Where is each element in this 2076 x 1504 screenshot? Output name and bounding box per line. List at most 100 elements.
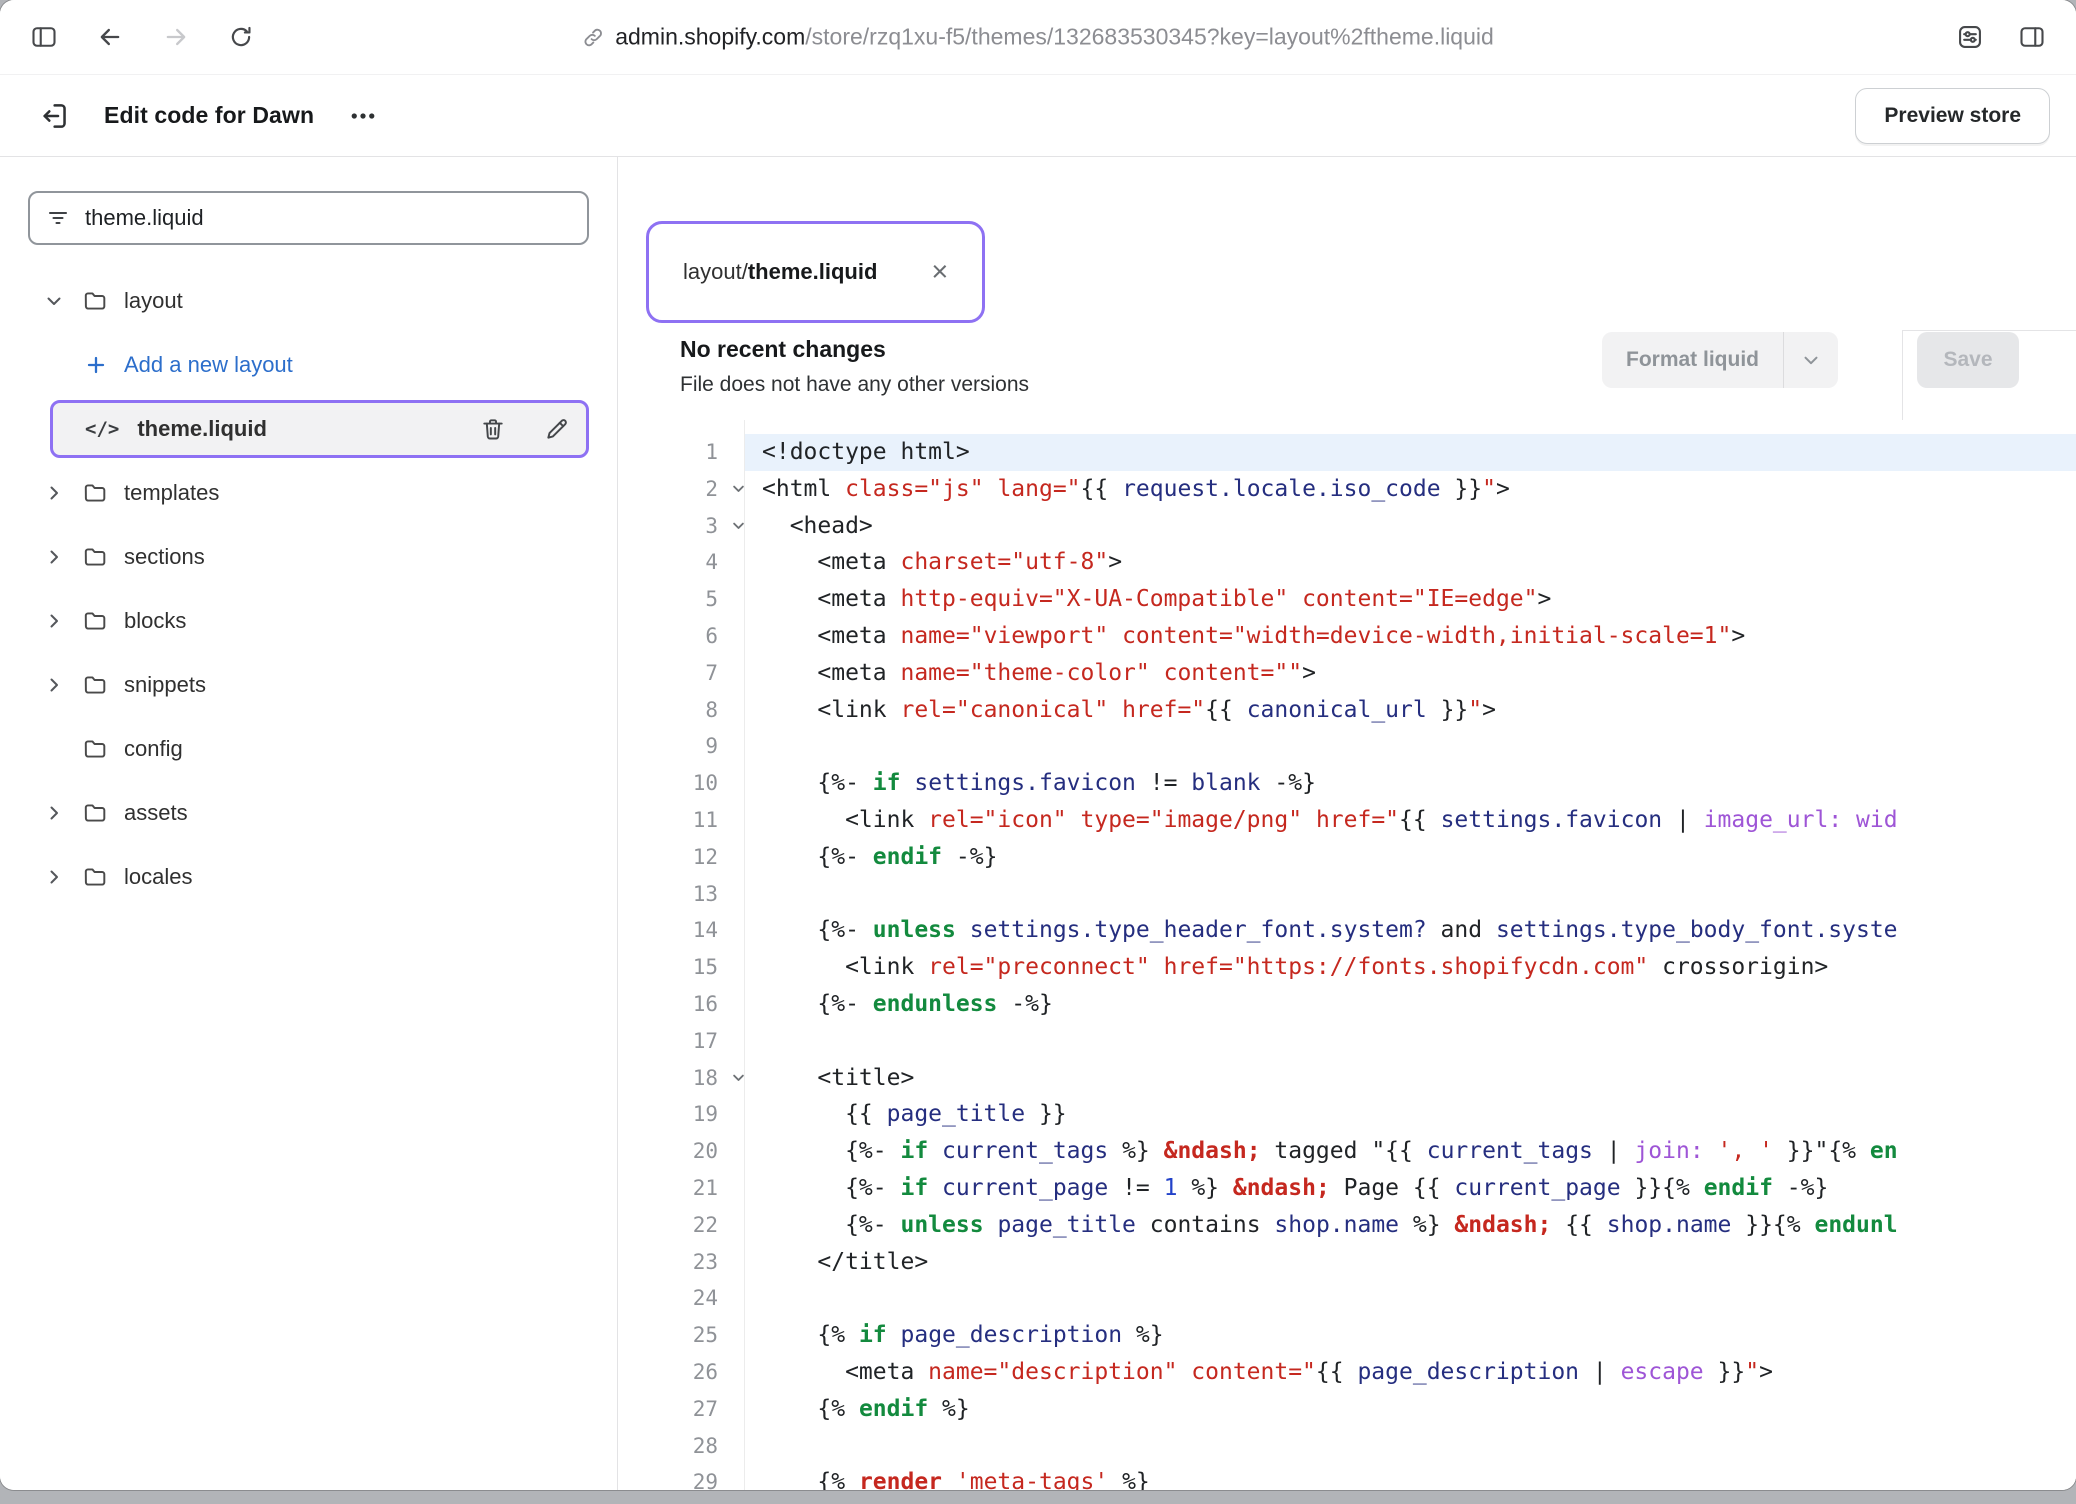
preview-store-button[interactable]: Preview store (1855, 88, 2050, 144)
fold-toggle-icon[interactable] (731, 1070, 746, 1085)
code-line-24[interactable]: 24 (618, 1280, 2076, 1317)
sidebar-right-toggle-icon[interactable] (2018, 23, 2046, 51)
file-search-input[interactable] (85, 205, 571, 231)
code-editor[interactable]: 1<!doctype html>2<html class="js" lang="… (618, 420, 2076, 1490)
save-panel: Save (1902, 330, 2076, 420)
tab-theme-liquid[interactable]: layout/theme.liquid × (655, 230, 976, 314)
tab-label-name: theme.liquid (748, 259, 878, 285)
browser-nav-buttons (30, 23, 254, 51)
code-text: {{ page_title }} (744, 1096, 2076, 1133)
tree-item-theme-liquid[interactable]: </>theme.liquid (50, 400, 589, 458)
line-number: 26 (618, 1354, 744, 1391)
tree-item-blocks[interactable]: blocks (28, 589, 589, 653)
folder-icon (82, 544, 108, 570)
tree-item-layout[interactable]: layout (28, 269, 589, 333)
code-text: {% endif %} (744, 1391, 2076, 1428)
code-line-18[interactable]: 18 <title> (618, 1060, 2076, 1097)
chevron-right-icon[interactable] (42, 609, 66, 633)
code-line-20[interactable]: 20 {%- if current_tags %} &ndash; tagged… (618, 1133, 2076, 1170)
code-line-2[interactable]: 2<html class="js" lang="{{ request.local… (618, 471, 2076, 508)
chevron-right-icon[interactable] (42, 673, 66, 697)
tree-item-config[interactable]: config (28, 717, 589, 781)
chevron-right-icon[interactable] (42, 865, 66, 889)
chevron-right-icon[interactable] (42, 801, 66, 825)
tree-item-assets[interactable]: assets (28, 781, 589, 845)
save-button[interactable]: Save (1917, 332, 2019, 388)
code-text: {%- if settings.favicon != blank -%} (744, 765, 2076, 802)
code-line-8[interactable]: 8 <link rel="canonical" href="{{ canonic… (618, 692, 2076, 729)
code-text: <title> (744, 1060, 2076, 1097)
line-number: 3 (618, 508, 744, 545)
chevron-down-icon[interactable] (42, 289, 66, 313)
code-text: {%- endif -%} (744, 839, 2076, 876)
fold-toggle-icon[interactable] (731, 481, 746, 496)
chevron-right-icon[interactable] (42, 545, 66, 569)
code-line-16[interactable]: 16 {%- endunless -%} (618, 986, 2076, 1023)
code-line-5[interactable]: 5 <meta http-equiv="X-UA-Compatible" con… (618, 581, 2076, 618)
line-number: 15 (618, 949, 744, 986)
tree-item-sections[interactable]: sections (28, 525, 589, 589)
exit-code-editor-icon[interactable] (40, 100, 72, 132)
line-number: 9 (618, 728, 744, 765)
code-text: {% render 'meta-tags' %} (744, 1464, 2076, 1490)
code-line-6[interactable]: 6 <meta name="viewport" content="width=d… (618, 618, 2076, 655)
code-line-14[interactable]: 14 {%- unless settings.type_header_font.… (618, 912, 2076, 949)
plus-icon (84, 353, 108, 377)
editor-toolbar: No recent changes File does not have any… (618, 330, 2076, 420)
address-bar[interactable]: admin.shopify.com/store/rzq1xu-f5/themes… (582, 24, 1494, 51)
code-line-13[interactable]: 13 (618, 876, 2076, 913)
code-text: <meta http-equiv="X-UA-Compatible" conte… (744, 581, 2076, 618)
line-number: 21 (618, 1170, 744, 1207)
folder-icon (82, 608, 108, 634)
app-header: Edit code for Dawn Preview store (0, 75, 2076, 157)
tree-item-label: templates (124, 480, 219, 506)
code-line-22[interactable]: 22 {%- unless page_title contains shop.n… (618, 1207, 2076, 1244)
line-number: 17 (618, 1023, 744, 1060)
line-number: 24 (618, 1280, 744, 1317)
code-text: <html class="js" lang="{{ request.locale… (744, 471, 2076, 508)
code-line-19[interactable]: 19 {{ page_title }} (618, 1096, 2076, 1133)
code-line-10[interactable]: 10 {%- if settings.favicon != blank -%} (618, 765, 2076, 802)
url-host: admin.shopify.com (615, 24, 805, 50)
code-line-21[interactable]: 21 {%- if current_page != 1 %} &ndash; P… (618, 1170, 2076, 1207)
chevron-down-icon[interactable] (1784, 349, 1838, 371)
tree-item-snippets[interactable]: snippets (28, 653, 589, 717)
code-line-9[interactable]: 9 (618, 728, 2076, 765)
reload-icon[interactable] (228, 24, 254, 50)
format-liquid-button[interactable]: Format liquid (1602, 332, 1838, 388)
rename-file-icon[interactable] (544, 416, 570, 442)
file-name-label: theme.liquid (137, 416, 267, 442)
tab-close-icon[interactable]: × (931, 258, 948, 287)
line-number: 18 (618, 1060, 744, 1097)
code-line-27[interactable]: 27 {% endif %} (618, 1391, 2076, 1428)
code-line-12[interactable]: 12 {%- endif -%} (618, 839, 2076, 876)
line-number: 25 (618, 1317, 744, 1354)
delete-file-icon[interactable] (480, 416, 506, 442)
line-number: 13 (618, 876, 744, 913)
code-line-3[interactable]: 3 <head> (618, 508, 2076, 545)
code-line-25[interactable]: 25 {% if page_description %} (618, 1317, 2076, 1354)
page-settings-icon[interactable] (1956, 23, 1984, 51)
code-line-15[interactable]: 15 <link rel="preconnect" href="https://… (618, 949, 2076, 986)
add-new-layout-button[interactable]: Add a new layout (28, 333, 589, 397)
chevron-right-icon[interactable] (42, 481, 66, 505)
more-actions-icon[interactable] (348, 101, 378, 131)
code-line-1[interactable]: 1<!doctype html> (618, 434, 2076, 471)
back-icon[interactable] (96, 23, 124, 51)
code-line-29[interactable]: 29 {% render 'meta-tags' %} (618, 1464, 2076, 1490)
code-line-26[interactable]: 26 <meta name="description" content="{{ … (618, 1354, 2076, 1391)
line-number: 23 (618, 1244, 744, 1281)
tree-item-templates[interactable]: templates (28, 461, 589, 525)
sidebar-toggle-icon[interactable] (30, 23, 58, 51)
fold-toggle-icon[interactable] (731, 518, 746, 533)
code-line-23[interactable]: 23 </title> (618, 1244, 2076, 1281)
code-line-17[interactable]: 17 (618, 1023, 2076, 1060)
code-line-7[interactable]: 7 <meta name="theme-color" content=""> (618, 655, 2076, 692)
status-subtitle: File does not have any other versions (680, 373, 1029, 397)
code-line-4[interactable]: 4 <meta charset="utf-8"> (618, 544, 2076, 581)
code-line-28[interactable]: 28 (618, 1428, 2076, 1465)
code-line-11[interactable]: 11 <link rel="icon" type="image/png" hre… (618, 802, 2076, 839)
line-number: 19 (618, 1096, 744, 1133)
forward-icon[interactable] (162, 23, 190, 51)
tree-item-locales[interactable]: locales (28, 845, 589, 909)
